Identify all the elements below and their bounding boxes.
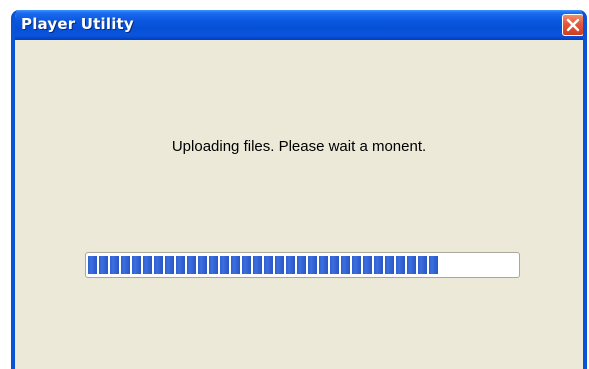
upload-progress-bar — [85, 252, 520, 278]
window-title: Player Utility — [21, 15, 134, 33]
progress-fill — [88, 256, 440, 274]
title-bar[interactable]: Player Utility — [15, 10, 583, 40]
player-utility-window: Player Utility Uploading files. Please w… — [11, 10, 587, 369]
close-x-icon — [566, 18, 580, 32]
close-button[interactable] — [562, 14, 583, 36]
status-message: Uploading files. Please wait a monent. — [171, 138, 427, 155]
